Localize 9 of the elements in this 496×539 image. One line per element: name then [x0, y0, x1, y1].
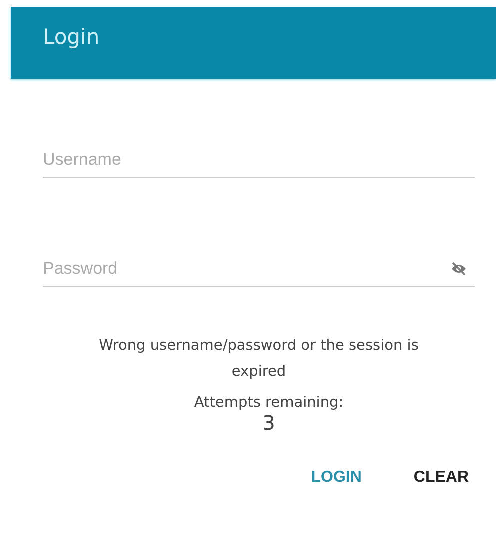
clear-button[interactable]: CLEAR [408, 463, 475, 493]
eye-off-icon[interactable] [451, 262, 467, 276]
page-title: Login [43, 25, 100, 49]
attempts-count: 3 [262, 411, 276, 435]
attempts-label: Attempts remaining: [193, 395, 345, 411]
password-field[interactable]: Password [43, 252, 475, 287]
login-button[interactable]: LOGIN [305, 463, 368, 493]
username-field[interactable]: Username [43, 143, 475, 178]
error-message: Wrong username/password or the session is expired [98, 337, 420, 382]
